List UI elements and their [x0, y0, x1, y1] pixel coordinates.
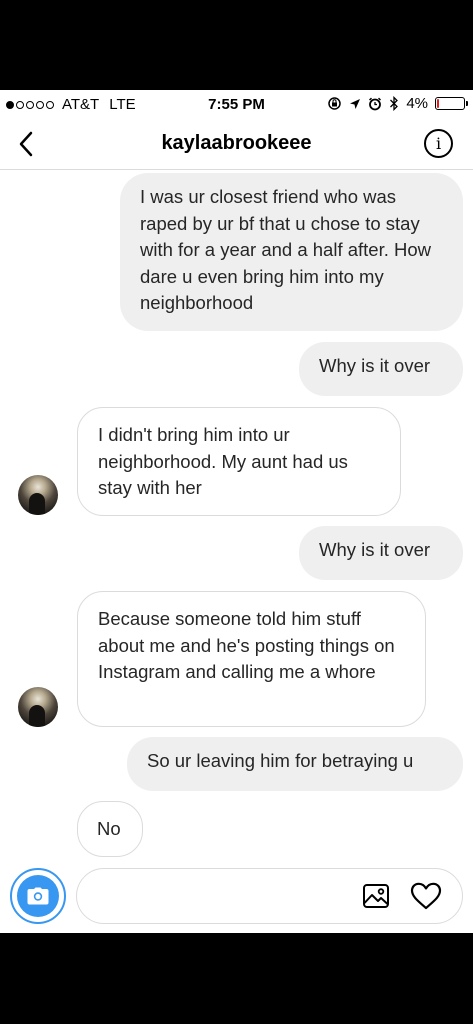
message-bubble-incoming[interactable]: Because someone told him stuff about me …: [77, 591, 426, 727]
message-bubble-outgoing[interactable]: So ur leaving him for betraying u: [127, 737, 463, 791]
battery-icon: [435, 97, 468, 110]
battery-level-fill: [437, 99, 439, 108]
message-bubble-outgoing[interactable]: Why is it over: [299, 526, 463, 580]
message-bubble-incoming[interactable]: No: [77, 801, 143, 857]
status-bar: AT&T LTE 7:55 PM 4%: [0, 90, 473, 118]
bluetooth-icon: [390, 96, 399, 111]
info-icon: i: [435, 134, 442, 153]
info-button[interactable]: i: [424, 129, 453, 158]
like-button[interactable]: [410, 882, 442, 910]
image-icon: [363, 884, 389, 908]
message-bubble-outgoing[interactable]: I was ur closest friend who was raped by…: [120, 173, 463, 331]
location-arrow-icon: [350, 98, 361, 109]
message-bubble-incoming[interactable]: I didn't bring him into ur neighborhood.…: [77, 407, 401, 516]
message-composer: [0, 862, 473, 933]
orientation-lock-icon: [328, 97, 342, 110]
message-input[interactable]: [76, 868, 463, 924]
camera-button[interactable]: [10, 868, 66, 924]
camera-button-fill: [17, 875, 59, 917]
chat-header: kaylaabrookeee i: [0, 118, 473, 170]
avatar[interactable]: [18, 475, 58, 515]
status-right: 4%: [327, 95, 468, 112]
avatar[interactable]: [18, 687, 58, 727]
heart-icon: [410, 882, 442, 910]
battery-percent: 4%: [406, 95, 428, 112]
camera-icon: [27, 887, 49, 905]
dm-screen: AT&T LTE 7:55 PM 4% kaylaabrookeee i I w…: [0, 90, 473, 933]
chat-title[interactable]: kaylaabrookeee: [0, 132, 473, 155]
message-bubble-outgoing[interactable]: Why is it over: [299, 342, 463, 396]
alarm-icon: [369, 97, 382, 110]
gallery-button[interactable]: [362, 882, 390, 910]
